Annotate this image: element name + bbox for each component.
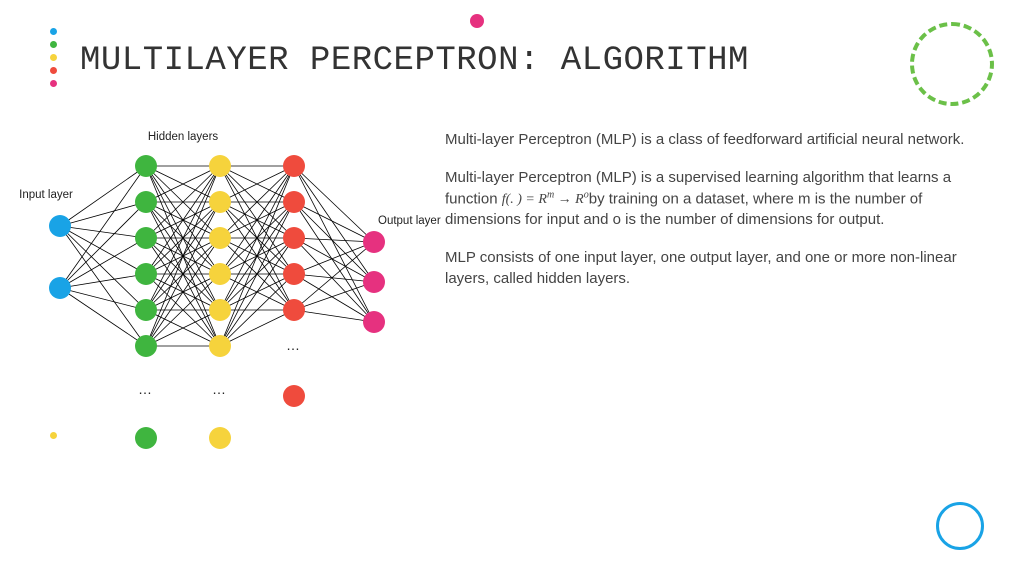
input-node: [49, 215, 71, 237]
hidden1-node: [135, 263, 157, 285]
decorative-dot: [50, 67, 57, 74]
output-node: [363, 311, 385, 333]
hidden1-node: [135, 155, 157, 177]
decorative-dot: [50, 54, 57, 61]
mlp-diagram: … … … Input layer Hidden layers Output layer: [18, 128, 438, 468]
layer-label: Input layer: [19, 189, 73, 201]
decorative-dot-column: [50, 28, 57, 87]
paragraph-1: Multi-layer Perceptron (MLP) is a class …: [445, 130, 975, 150]
hidden2-node: [209, 335, 231, 357]
paragraph-3: MLP consists of one input layer, one out…: [445, 248, 975, 289]
hidden2-node: [209, 299, 231, 321]
hidden2-node: [209, 263, 231, 285]
hidden1-node: [135, 427, 157, 449]
dashed-circle-icon: [910, 22, 994, 106]
decorative-dot: [50, 28, 57, 35]
diagram-nodes: [49, 155, 385, 449]
hidden2-node: [209, 155, 231, 177]
hidden1-node: [135, 191, 157, 213]
hidden2-node: [209, 191, 231, 213]
input-node: [49, 277, 71, 299]
hidden3-node: [283, 263, 305, 285]
math-arrow: → R: [554, 192, 584, 207]
hidden1-node: [135, 299, 157, 321]
output-node: [363, 231, 385, 253]
page-title: MULTILAYER PERCEPTRON: ALGORITHM: [80, 42, 749, 80]
hidden3-node: [283, 155, 305, 177]
hidden1-node: [135, 335, 157, 357]
slide: MULTILAYER PERCEPTRON: ALGORITHM Multi-l…: [0, 0, 1024, 576]
ring-icon: [936, 502, 984, 550]
layer-label: Output layer: [378, 215, 441, 227]
hidden1-node: [135, 227, 157, 249]
ellipsis-icon: …: [286, 337, 302, 353]
hidden2-node: [209, 227, 231, 249]
paragraph-2: Multi-layer Perceptron (MLP) is a superv…: [445, 168, 975, 230]
math-f: f(. ) = R: [502, 192, 547, 207]
decorative-dot: [50, 41, 57, 48]
body-text: Multi-layer Perceptron (MLP) is a class …: [445, 130, 975, 307]
accent-dot-pink: [470, 14, 484, 28]
ellipsis-icon: …: [212, 381, 228, 397]
hidden2-node: [209, 427, 231, 449]
math-expression: f(. ) = Rm → Ro: [502, 192, 589, 207]
hidden3-node: [283, 385, 305, 407]
hidden3-node: [283, 299, 305, 321]
hidden3-node: [283, 227, 305, 249]
output-node: [363, 271, 385, 293]
hidden3-node: [283, 191, 305, 213]
layer-label: Hidden layers: [148, 131, 219, 143]
mlp-svg: … … … Input layer Hidden layers Output layer: [18, 128, 438, 468]
ellipsis-icon: …: [138, 381, 154, 397]
decorative-dot: [50, 80, 57, 87]
